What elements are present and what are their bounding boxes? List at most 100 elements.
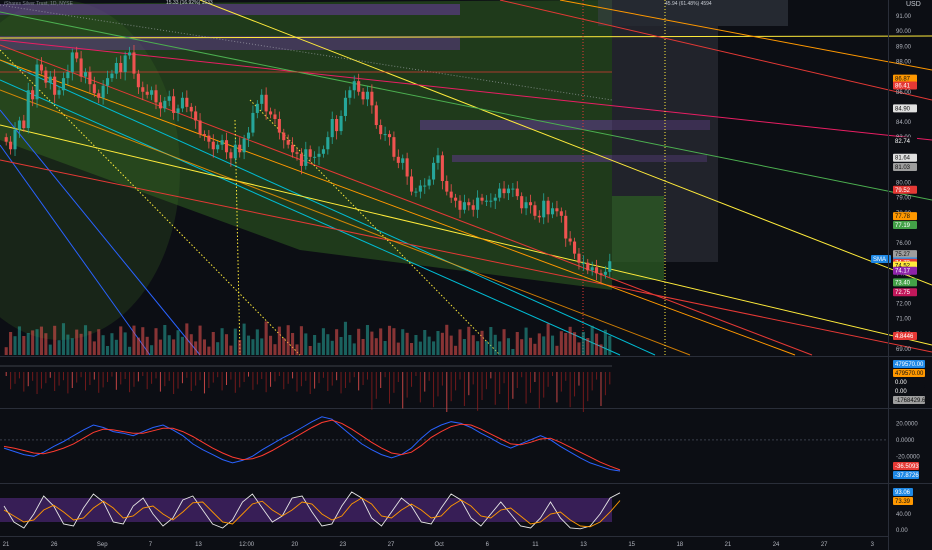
price-level-tag: 81.64	[893, 153, 917, 162]
volume-bar	[542, 336, 546, 355]
candle-body	[343, 97, 347, 116]
volume-bar	[467, 326, 471, 355]
candle-body	[313, 156, 317, 158]
candle-body	[246, 132, 251, 139]
volume-bar	[590, 325, 594, 355]
current-price-tag-text: SMA	[873, 257, 886, 263]
volume-bar	[533, 343, 537, 355]
delta-bar	[516, 372, 518, 388]
volume-bar	[401, 329, 405, 355]
candle-body	[57, 90, 61, 95]
volume-bar	[260, 338, 264, 355]
price-tick-label: 79.00	[896, 196, 912, 202]
volume-bar	[44, 333, 48, 355]
candle-body	[132, 52, 136, 74]
price-level-tag: 84.90	[893, 104, 917, 113]
stoch-value-tag: 93.06	[893, 488, 913, 496]
delta-bar	[397, 372, 399, 382]
candle-body	[445, 181, 449, 192]
volume-bar	[321, 328, 325, 355]
candle-body	[520, 196, 524, 209]
volume-bar	[476, 341, 480, 355]
delta-bar	[164, 372, 166, 387]
volume-bar	[370, 331, 374, 355]
candle-body	[35, 64, 39, 100]
candle-body	[229, 152, 233, 159]
candle-body	[423, 185, 427, 187]
candle-body	[564, 215, 568, 239]
candle-body	[502, 188, 506, 194]
candle-body	[546, 200, 550, 215]
candle-body	[145, 91, 149, 95]
candle-body	[352, 81, 356, 91]
candle-body	[39, 64, 43, 71]
volume-bar	[326, 334, 330, 355]
price-level-tag-text: 86.41	[895, 84, 911, 90]
volume-bar	[79, 333, 83, 355]
macd-value-tag: -36.5093	[893, 462, 919, 470]
delta-bar	[71, 372, 73, 388]
volume-bar	[185, 323, 189, 355]
delta-bar	[221, 372, 223, 391]
delta-bar	[243, 372, 245, 382]
candle-body	[269, 111, 273, 115]
candle-body	[581, 262, 585, 264]
time-tick-label: 27	[821, 542, 828, 548]
volume-bar	[462, 339, 466, 355]
volume-bar	[255, 329, 259, 355]
volume-bar	[277, 326, 281, 355]
candle-body	[167, 96, 171, 101]
candle-body	[427, 179, 431, 186]
candle-body	[493, 197, 497, 201]
delta-bar	[481, 372, 483, 400]
candle-body	[22, 120, 26, 129]
volume-bar	[396, 342, 400, 355]
delta-bar	[569, 372, 571, 408]
volume-bar	[101, 335, 105, 355]
delta-bar	[252, 372, 254, 390]
candle-body	[511, 188, 515, 190]
delta-bar	[534, 372, 536, 382]
volume-bar	[216, 342, 220, 355]
volume-bar	[418, 341, 422, 355]
candle-body	[379, 125, 383, 135]
time-tick-label: 20	[291, 542, 298, 548]
volume-bar	[348, 335, 352, 355]
delta-bar	[582, 372, 584, 412]
volume-bar	[167, 335, 171, 355]
time-tick-label: 26	[51, 542, 58, 548]
delta-bar	[208, 372, 210, 388]
volume-bar	[207, 346, 211, 355]
volume-bar	[330, 340, 334, 355]
candle-body	[26, 90, 30, 129]
candle-body	[577, 253, 581, 263]
candle-body	[555, 208, 559, 212]
delta-bar	[490, 372, 492, 379]
time-tick-label: 24	[773, 542, 780, 548]
delta-bar	[177, 372, 179, 389]
volume-bar	[339, 337, 343, 355]
volume-bar	[220, 328, 224, 355]
delta-bar	[521, 372, 523, 378]
candle-body	[255, 103, 259, 113]
delta-bar	[40, 372, 42, 389]
volume-bar	[57, 340, 61, 355]
delta-bar	[596, 372, 598, 380]
volume-bar	[114, 339, 118, 355]
currency-label: USD	[906, 1, 921, 8]
trading-chart[interactable]: 91.0090.0089.0088.0086.0084.0083.0081.00…	[0, 0, 932, 550]
volume-bar	[537, 333, 541, 355]
delta-bar	[45, 372, 47, 384]
time-tick-label: 15	[628, 542, 635, 548]
volume-bar	[189, 334, 193, 355]
price-level-tag-text: 84.90	[895, 106, 911, 112]
candle-body	[599, 273, 603, 275]
delta-bar	[565, 372, 567, 381]
delta-bar	[133, 372, 135, 387]
candle-body	[66, 72, 70, 79]
price-level-tag-text: 81.64	[895, 156, 911, 162]
volume-bar	[440, 332, 444, 355]
candle-body	[189, 106, 193, 112]
time-tick-label: 23	[340, 542, 347, 548]
candle-body	[533, 205, 537, 216]
